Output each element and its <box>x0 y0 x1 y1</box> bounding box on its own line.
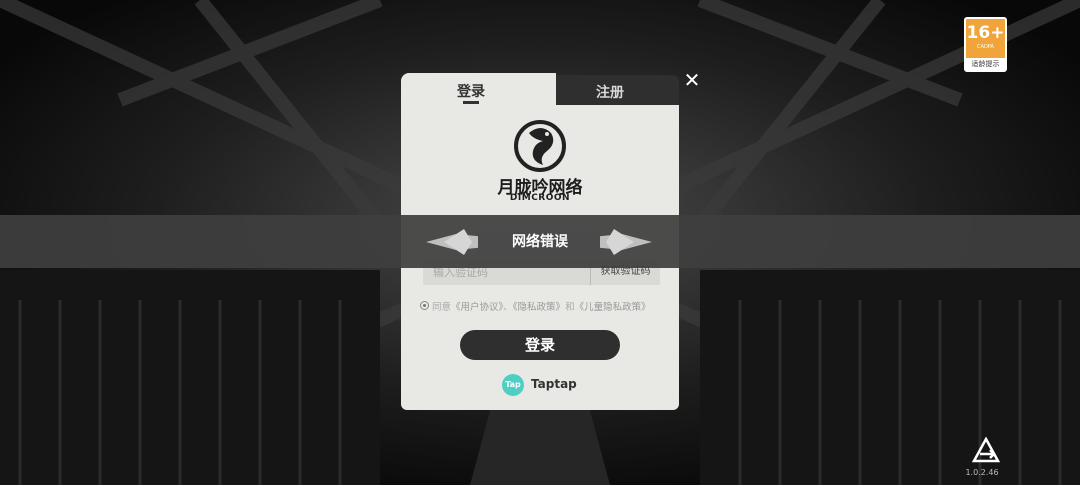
agree-radio[interactable] <box>420 301 429 310</box>
taptap-icon: Tap <box>502 374 524 396</box>
agree-prefix: 同意 <box>432 302 452 313</box>
taptap-label: Taptap <box>531 377 577 391</box>
child-privacy-policy-link[interactable]: 《儿童隐私政策》 <box>575 302 651 313</box>
tab-register-label: 注册 <box>596 85 624 101</box>
dragon-emblem-icon <box>514 120 566 172</box>
age-rating-label: 适龄提示 <box>966 58 1005 70</box>
agree-separator: 、 <box>503 302 513 313</box>
age-rating-number: 16+ <box>966 23 1005 43</box>
exit-icon[interactable] <box>972 437 1000 463</box>
tab-active-indicator <box>463 101 479 104</box>
agree-and: 和 <box>565 302 575 313</box>
login-button[interactable]: 登录 <box>460 330 620 360</box>
close-icon[interactable]: ✕ <box>681 68 703 92</box>
privacy-policy-link[interactable]: 《隐私政策》 <box>513 302 565 313</box>
publisher-logo-subtitle: DIMCROON <box>509 193 571 203</box>
tab-login-label: 登录 <box>457 84 485 100</box>
age-rating-org: CADPA <box>977 44 994 50</box>
version-label: 1.0.2.46 <box>965 468 999 477</box>
tab-register[interactable]: 注册 <box>541 75 679 105</box>
age-rating-badge: 16+ CADPA 适龄提示 <box>964 17 1007 72</box>
toast-message: 网络错误 <box>512 234 568 250</box>
agreement-text: 同意《用户协议》、《隐私政策》和《儿童隐私政策》 <box>432 299 651 313</box>
tab-login[interactable]: 登录 <box>401 73 556 113</box>
user-agreement-link[interactable]: 《用户协议》 <box>451 302 503 313</box>
